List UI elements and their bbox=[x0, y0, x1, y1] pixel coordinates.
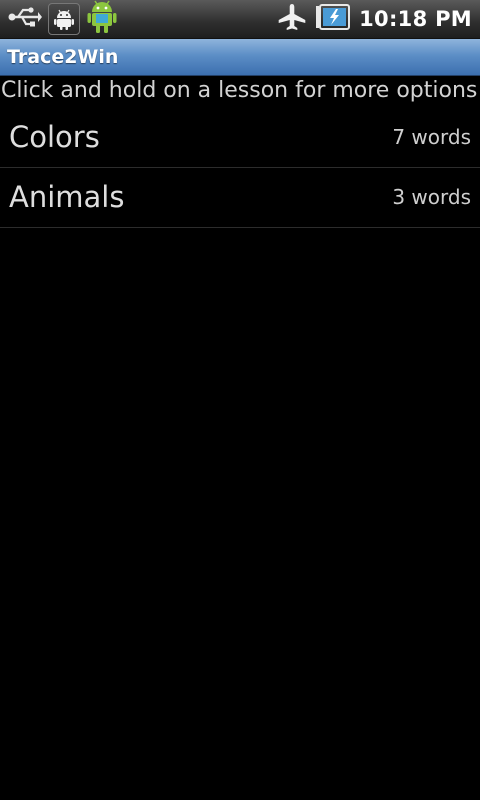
lesson-name: Colors bbox=[9, 120, 100, 154]
lesson-name: Animals bbox=[9, 180, 125, 214]
status-clock: 10:18 PM bbox=[359, 7, 472, 31]
usb-icon bbox=[8, 5, 42, 33]
app-title-bar: Trace2Win bbox=[0, 39, 480, 76]
lesson-word-count: 7 words bbox=[392, 125, 471, 149]
status-bar: 10:18 PM bbox=[0, 0, 480, 39]
status-bar-notifications bbox=[8, 0, 118, 38]
lesson-item-colors[interactable]: Colors 7 words bbox=[0, 108, 480, 168]
airplane-mode-icon bbox=[277, 3, 307, 35]
lesson-word-count: 3 words bbox=[392, 185, 471, 209]
app-title: Trace2Win bbox=[7, 46, 119, 68]
android-debug-icon bbox=[48, 3, 80, 35]
lesson-item-animals[interactable]: Animals 3 words bbox=[0, 168, 480, 228]
battery-charging-icon bbox=[315, 4, 351, 34]
status-bar-system: 10:18 PM bbox=[277, 0, 472, 38]
lesson-list: Colors 7 words Animals 3 words bbox=[0, 108, 480, 228]
android-mascot-icon bbox=[86, 0, 118, 39]
instruction-text: Click and hold on a lesson for more opti… bbox=[1, 78, 478, 103]
